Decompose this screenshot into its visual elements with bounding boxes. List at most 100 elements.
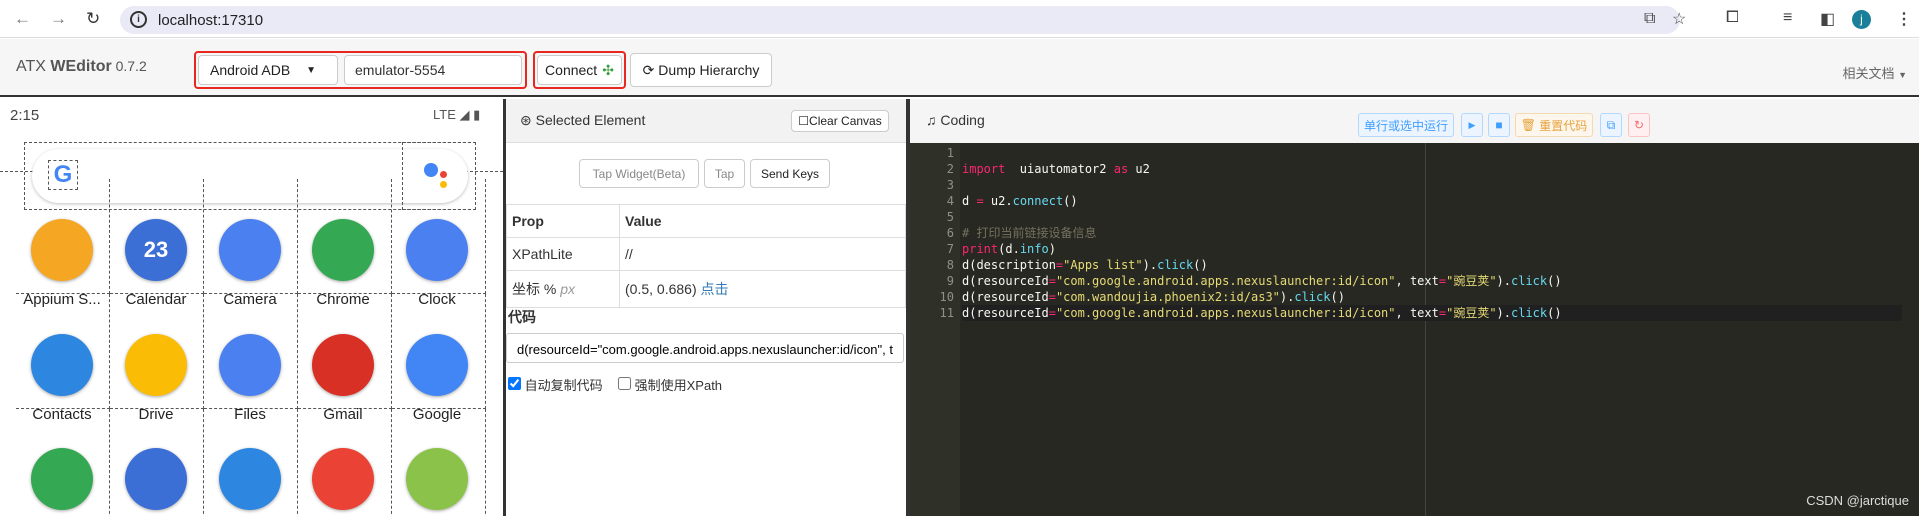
phone-icon [219,448,281,510]
copy-icon[interactable]: ⧉ [1600,113,1622,137]
watermark: CSDN @jarctique [1806,493,1909,508]
sidepanel-icon[interactable]: ◧ [1820,9,1835,29]
photos-icon [312,448,374,510]
back-icon[interactable]: ← [14,9,31,29]
send-keys-button[interactable]: Send Keys [750,159,830,188]
code-token: () [1193,258,1208,272]
code-line[interactable] [962,177,1902,193]
stop-icon[interactable]: ■ [1488,113,1510,137]
code-token: "Apps list" [1063,258,1143,272]
site-info-icon[interactable]: i [130,11,147,28]
refresh-icon: ⟳ [642,61,655,78]
tap-button[interactable]: Tap [704,159,745,188]
generated-code-input[interactable] [506,333,904,363]
code-token: = [976,194,984,208]
chrome-icon [312,219,374,281]
auto-copy-option[interactable]: 自动复制代码 [508,375,603,394]
code-token: d [962,194,977,208]
force-xpath-checkbox[interactable] [618,377,631,390]
coord-unit-toggle[interactable]: px [560,281,575,297]
dump-hierarchy-button[interactable]: ⟳ Dump Hierarchy [630,53,772,87]
messages-icon [125,448,187,510]
line-number: 6 [946,226,954,240]
auto-copy-checkbox[interactable] [508,377,521,390]
docs-label: 相关文档 [1842,66,1895,81]
run-line-button[interactable]: 单行或选中运行 [1358,113,1454,137]
code-token: as [1113,162,1129,176]
caret-down-icon: ▼ [1898,70,1907,80]
app-android[interactable] [379,448,495,510]
coord-click-link[interactable]: 点击 [701,281,729,297]
connect-button[interactable]: Connect ✣ [537,55,622,85]
platform-select[interactable]: Android ADB ▼ [198,55,338,85]
line-number: 11 [939,306,954,320]
dump-label: Dump Hierarchy [658,62,760,78]
code-token: = [1048,274,1056,288]
clock-icon [406,219,468,281]
force-xpath-label: 强制使用XPath [634,378,723,393]
maps-icon [31,448,93,510]
extensions-icon[interactable]: ⧠ [1726,9,1739,27]
code-token: ). [1496,274,1511,288]
code-token: # 打印当前链接设备信息 [962,226,1097,240]
coord-value: (0.5, 0.686) 点击 [619,270,906,308]
reload-icon[interactable]: ↻ [86,9,100,29]
files-icon [219,334,281,396]
title-text: Selected Element [535,112,646,128]
props-table: Prop Value XPathLite// 坐标 % px (0.5, 0.686… [506,204,906,308]
code-token: connect [1012,194,1064,208]
address-bar[interactable]: i localhost:17310 ⧉ ☆ [120,6,1686,34]
contacts-icon [31,334,93,396]
force-xpath-option[interactable]: 强制使用XPath [618,375,722,394]
code-line[interactable]: d(resourceId="com.google.android.apps.ne… [962,305,1902,321]
code-token: click [1157,258,1194,272]
code-line[interactable]: import uiautomator2 as u2 [962,161,1902,177]
url-text[interactable]: localhost:17310 [158,12,263,29]
coding-header: ♫ Coding 单行或选中运行 ▶ ■ 🗑 重置代码 ⧉ ↻ [910,99,1919,143]
code-line[interactable] [962,145,1902,161]
xpath-label: XPathLite [506,237,620,271]
coord-value-text: (0.5, 0.686) [625,281,697,297]
profile-avatar[interactable]: j [1852,10,1871,29]
device-serial-input[interactable] [344,55,522,85]
translate-icon[interactable]: ⧉ [1644,10,1655,28]
code-token: ). [1142,258,1158,272]
coding-title: ♫ Coding [926,112,985,128]
google-icon [406,334,468,396]
code-token: () [1547,274,1562,288]
docs-dropdown[interactable]: 相关文档 ▼ [1842,63,1907,82]
restart-icon[interactable]: ↻ [1628,113,1650,137]
code-line[interactable] [962,209,1902,225]
table-row: XPathLite// [506,237,906,271]
calendar-icon: 23 [125,219,187,281]
browser-toolbar: ← → ↻ i localhost:17310 ⧉ ☆ ⧠ ≡ ◧ j ⋮ [0,0,1919,38]
code-line[interactable]: d(resourceId="com.google.android.apps.ne… [962,273,1902,289]
xpath-value: // [619,237,906,271]
code-line[interactable]: # 打印当前链接设备信息 [962,225,1902,241]
bookmark-star-icon[interactable]: ☆ [1672,9,1686,29]
code-token: u2. [983,194,1013,208]
code-line[interactable]: d(resourceId="com.wandoujia.phoenix2:id/… [962,289,1902,305]
code-editor[interactable]: 1 2 3 4 5 6 7 8 9 10 11 import uiautomator2 as u2 d… [910,143,1919,516]
code-lines[interactable]: import uiautomator2 as u2 d = u2.connect(… [962,145,1902,321]
tap-widget-button[interactable]: Tap Widget(Beta) [579,159,699,188]
forward-icon[interactable]: → [50,9,67,29]
device-screen[interactable]: 2:15 LTE ◢ ▮ G Appium S... 23 Calendar Came… [0,99,503,516]
brand: ATX WEditor 0.7.2 [16,58,147,76]
code-token: print [962,242,999,256]
code-token: uiautomator2 [1005,162,1114,176]
code-line[interactable]: d(description="Apps list").click() [962,257,1902,273]
platform-label: Android ADB [210,62,291,78]
code-token: d(description [962,258,1056,272]
code-line[interactable]: print(d.info) [962,241,1902,257]
clear-canvas-button[interactable]: ☐ Clear Canvas [791,110,889,132]
reset-code-button[interactable]: 🗑 重置代码 [1515,113,1593,137]
code-token: ). [1279,290,1295,304]
menu-icon[interactable]: ⋮ [1896,9,1912,29]
code-line[interactable]: d = u2.connect() [962,193,1902,209]
brand-bold: WEditor [50,58,112,75]
target-icon: ⊛ [520,112,532,128]
line-number-gutter: 1 2 3 4 5 6 7 8 9 10 11 [910,143,960,516]
media-icon[interactable]: ≡ [1783,9,1792,27]
run-icon[interactable]: ▶ [1461,113,1483,137]
